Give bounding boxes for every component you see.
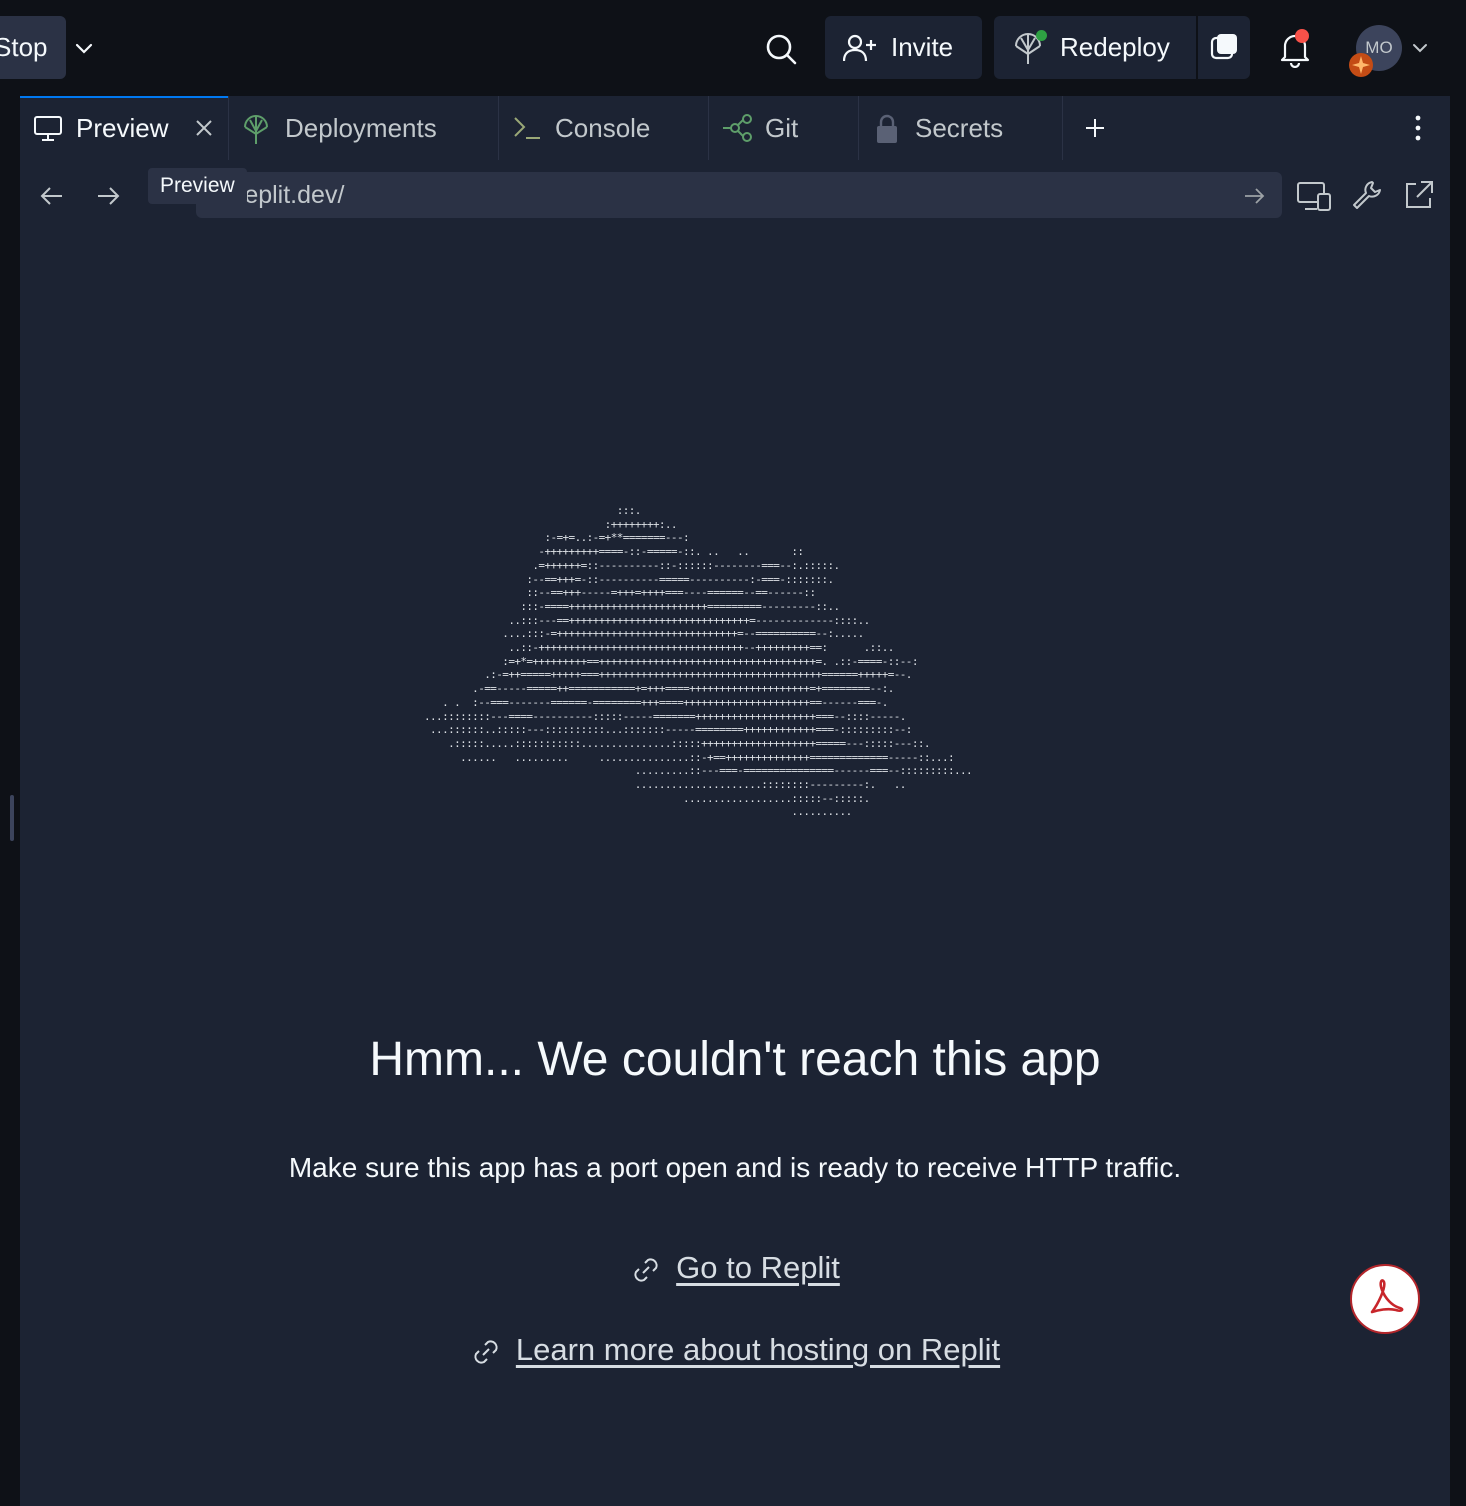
notification-dot: [1295, 29, 1309, 43]
pane-tabbar: Preview Deployments Console Git Secrets: [20, 96, 1450, 161]
tab-secrets[interactable]: Secrets: [858, 96, 1063, 160]
wrench-icon[interactable]: [1350, 178, 1384, 212]
chevron-down-icon[interactable]: [1410, 38, 1430, 58]
invite-label: Invite: [891, 32, 954, 62]
go-to-replit-link[interactable]: Go to Replit: [676, 1250, 840, 1285]
deploy-status-dot: [1036, 30, 1047, 41]
close-icon[interactable]: [192, 116, 216, 140]
plus-icon[interactable]: [1080, 113, 1110, 143]
arrow-left-icon[interactable]: [38, 182, 66, 210]
devtools-icon[interactable]: [1296, 178, 1332, 214]
link-icon: [634, 1258, 658, 1282]
preview-pane: :::. :++++++++:.. :-=+=..:-=+**=======--…: [20, 232, 1450, 1506]
tab-label: Deployments: [285, 113, 437, 143]
external-link-icon[interactable]: [1402, 178, 1436, 212]
ascii-art-cloud: :::. :++++++++:.. :-=+=..:-=+**=======--…: [424, 504, 973, 819]
deploy-icon: [244, 115, 268, 144]
url-input[interactable]: replit.dev/: [196, 172, 1282, 218]
error-subtext: Make sure this app has a port open and i…: [288, 1152, 1182, 1183]
pdf-reader-button[interactable]: [1350, 1264, 1420, 1334]
tab-deployments[interactable]: Deployments: [228, 96, 499, 160]
lock-icon: [877, 114, 897, 143]
url-text: replit.dev/: [236, 181, 345, 209]
tab-preview[interactable]: Preview: [20, 96, 229, 160]
link-icon: [474, 1340, 498, 1364]
monitor-icon: [34, 116, 62, 141]
redeploy-label: Redeploy: [1060, 32, 1170, 62]
tab-label: Console: [555, 113, 651, 143]
spark-badge-icon: [1349, 53, 1373, 77]
tab-git[interactable]: Git: [708, 96, 859, 160]
resize-handle[interactable]: [10, 795, 14, 841]
git-icon: [723, 114, 752, 142]
tab-console[interactable]: Console: [498, 96, 709, 160]
acrobat-icon: [1370, 1279, 1404, 1314]
arrow-right-icon[interactable]: [1242, 184, 1266, 208]
workspace-header: Stop Invite Redeploy MO: [0, 0, 1466, 96]
redeploy-button[interactable]: Redeploy: [994, 16, 1196, 79]
stop-button[interactable]: Stop: [0, 16, 66, 79]
tab-label: Secrets: [915, 113, 1004, 143]
pane-toggle-button[interactable]: [1198, 16, 1250, 79]
more-vertical-icon[interactable]: [1408, 110, 1428, 146]
tab-label: Git: [765, 113, 799, 143]
tab-label: Preview: [76, 113, 169, 143]
error-headline: Hmm... We couldn't reach this app: [369, 1033, 1101, 1086]
link-row-replit: Go to Replit: [20, 1250, 1450, 1286]
invite-button[interactable]: Invite: [825, 16, 982, 79]
arrow-right-icon[interactable]: [94, 182, 122, 210]
tab-tooltip: Preview: [148, 168, 247, 204]
layers-icon: [1210, 34, 1237, 60]
terminal-icon: [514, 117, 540, 139]
chevron-down-icon[interactable]: [72, 32, 96, 64]
link-row-hosting: Learn more about hosting on Replit: [20, 1332, 1450, 1368]
hosting-docs-link[interactable]: Learn more about hosting on Replit: [516, 1332, 1000, 1367]
add-user-icon: [843, 34, 876, 62]
search-icon[interactable]: [760, 28, 802, 70]
